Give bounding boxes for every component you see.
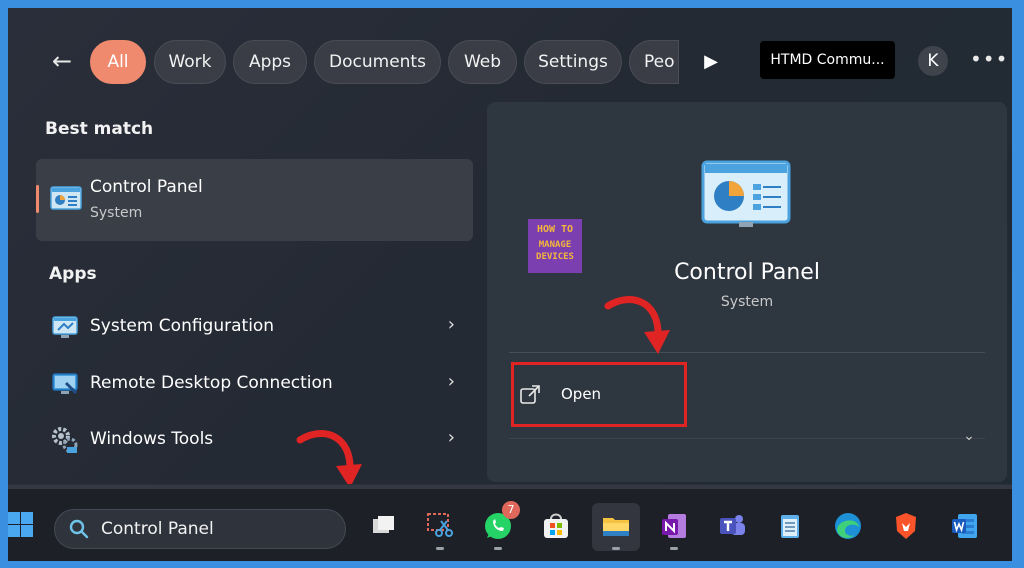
filter-tab-people[interactable]: Peo	[629, 40, 679, 84]
taskbar-app-teams[interactable]	[708, 503, 756, 551]
apps-heading: Apps	[49, 264, 97, 284]
notepad-icon	[781, 515, 799, 538]
best-match-subtitle: System	[90, 205, 143, 221]
msconfig-icon	[52, 316, 78, 338]
taskbar-app-brave[interactable]	[882, 503, 930, 551]
filter-tab-apps[interactable]: Apps	[233, 40, 307, 84]
filter-tab-web[interactable]: Web	[448, 40, 517, 84]
taskbar-app-word[interactable]	[940, 503, 988, 551]
filter-bar: ← All Work Apps Documents Web Settings P…	[8, 8, 1012, 108]
chevron-right-icon[interactable]: ›	[448, 314, 455, 335]
search-icon	[69, 519, 89, 539]
running-indicator	[612, 547, 620, 550]
more-options-icon[interactable]: •••	[970, 46, 1007, 76]
taskbar-search-box[interactable]: Control Panel	[54, 509, 346, 549]
divider	[509, 352, 985, 353]
app-result-system-configuration[interactable]: System Configuration ›	[36, 302, 473, 352]
snipping-tool-icon	[427, 513, 453, 537]
filter-tab-all[interactable]: All	[90, 40, 146, 84]
taskbar-app-file-explorer[interactable]	[592, 503, 640, 551]
taskbar-app-onenote[interactable]	[650, 503, 698, 551]
filter-tab-settings[interactable]: Settings	[524, 40, 622, 84]
app-label: Windows Tools	[90, 429, 214, 449]
annotation-arrow	[604, 296, 670, 354]
taskbar-app-notepad[interactable]	[766, 503, 814, 551]
account-avatar[interactable]: K	[918, 46, 948, 76]
remote-desktop-icon	[52, 373, 78, 395]
best-match-heading: Best match	[45, 119, 154, 139]
detail-subtitle: System	[720, 294, 774, 310]
scrollbar[interactable]	[8, 485, 1012, 489]
brave-icon	[896, 513, 916, 539]
windows-start-icon[interactable]	[8, 511, 34, 537]
search-input-value[interactable]: Control Panel	[101, 519, 214, 539]
microsoft-store-icon	[544, 513, 568, 538]
chevron-right-icon[interactable]: ›	[448, 427, 455, 448]
running-indicator	[670, 547, 678, 550]
divider	[509, 438, 985, 439]
organization-badge[interactable]: HTMD Commu...	[760, 41, 895, 79]
taskbar-app-whatsapp[interactable]: 7	[474, 501, 522, 551]
filter-tab-work[interactable]: Work	[154, 40, 226, 84]
running-indicator	[436, 547, 444, 550]
app-result-windows-tools[interactable]: Windows Tools ›	[36, 415, 473, 465]
scroll-tabs-play-icon[interactable]: ▶	[698, 48, 724, 76]
open-highlight-box	[511, 362, 687, 427]
word-icon	[952, 514, 977, 538]
start-search-window: ← All Work Apps Documents Web Settings P…	[8, 8, 1012, 561]
chevron-right-icon[interactable]: ›	[448, 371, 455, 392]
taskbar-app-task-view[interactable]	[360, 503, 408, 551]
file-explorer-icon	[603, 518, 629, 536]
taskbar-app-snipping-tool[interactable]	[416, 503, 464, 551]
logo-line: MANAGE DEVICES	[536, 240, 574, 262]
app-label: System Configuration	[90, 316, 275, 336]
logo-line: HOW TO	[536, 224, 574, 235]
filter-tab-documents[interactable]: Documents	[314, 40, 441, 84]
taskbar-app-edge[interactable]	[824, 503, 872, 551]
notification-badge: 7	[502, 501, 520, 519]
edge-icon	[835, 513, 861, 539]
task-view-icon	[373, 516, 394, 533]
back-arrow-icon[interactable]: ←	[44, 46, 80, 76]
taskbar: Control Panel 7	[8, 484, 1012, 561]
best-match-title: Control Panel	[90, 177, 203, 197]
running-indicator	[494, 547, 502, 550]
onenote-icon	[662, 514, 686, 538]
best-match-result[interactable]: Control Panel System	[36, 159, 473, 241]
app-label: Remote Desktop Connection	[90, 373, 333, 393]
taskbar-app-microsoft-store[interactable]	[532, 503, 580, 551]
control-panel-icon	[50, 186, 82, 210]
teams-icon	[720, 515, 745, 535]
chevron-down-icon[interactable]: ⌄	[959, 428, 979, 448]
selection-accent	[36, 185, 39, 213]
app-result-remote-desktop[interactable]: Remote Desktop Connection ›	[36, 359, 473, 409]
how-to-manage-devices-logo: HOW TO MANAGE DEVICES	[528, 219, 582, 273]
control-panel-large-icon	[701, 160, 791, 227]
windows-tools-icon	[52, 427, 78, 453]
